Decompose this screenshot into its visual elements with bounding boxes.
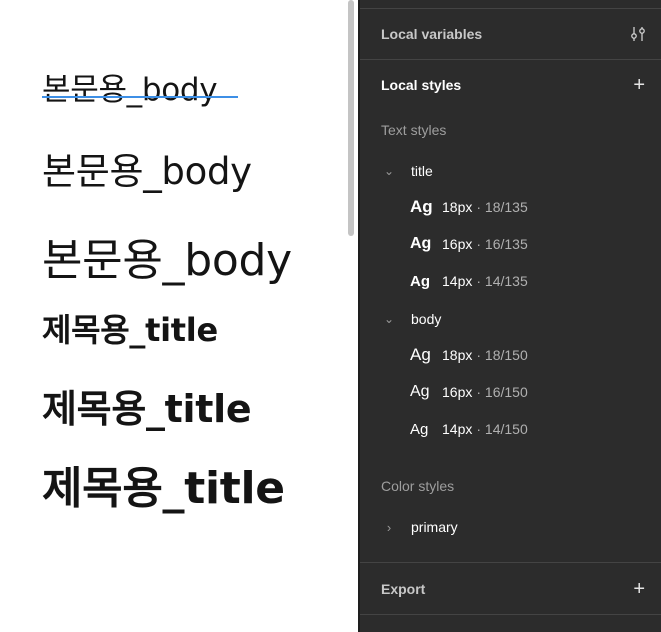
style-group-name: title (411, 163, 433, 179)
export-label: Export (381, 581, 426, 597)
text-style-preview: Ag (410, 272, 430, 290)
chevron-down-icon[interactable]: ⌄ (381, 312, 397, 326)
design-canvas[interactable]: 본문용_body 본문용_body 본문용_body 제목용_title 제목용… (0, 0, 358, 632)
text-style-preview: Ag (410, 383, 430, 400)
text-style-preview: Ag (410, 197, 433, 216)
text-sample-body-16[interactable]: 본문용_body (42, 141, 252, 195)
text-style-item[interactable]: Ag 18px · 18/135 (410, 194, 528, 220)
text-styles-heading: Text styles (381, 122, 447, 138)
text-style-preview: Ag (410, 235, 432, 252)
text-sample-body-18[interactable]: 본문용_body (42, 64, 218, 109)
text-style-item[interactable]: Ag 14px · 14/150 (410, 416, 528, 442)
text-style-preview: Ag (410, 420, 429, 438)
text-style-meta: · 14/150 (476, 421, 528, 437)
text-style-name: 16px (442, 236, 473, 252)
text-style-item[interactable]: Ag 16px · 16/135 (410, 231, 528, 257)
text-style-meta: · 16/135 (476, 236, 528, 252)
text-style-name: 18px (442, 347, 473, 363)
style-group-name: body (411, 311, 442, 327)
text-style-meta: · 18/150 (476, 347, 528, 363)
text-sample-title-18[interactable]: 제목용_title (42, 305, 218, 351)
panel-divider (360, 59, 661, 60)
text-style-item[interactable]: Ag 16px · 16/150 (410, 379, 528, 405)
canvas-scrollbar-thumb[interactable] (348, 0, 354, 236)
text-sample-title-14[interactable]: 제목용_title (42, 452, 285, 516)
properties-panel: Local variables Local styles + Text styl… (358, 0, 661, 632)
selection-underline (42, 96, 238, 98)
panel-divider (360, 8, 661, 9)
color-styles-heading: Color styles (381, 478, 455, 494)
text-sample-title-16[interactable]: 제목용_title (42, 378, 252, 433)
local-variables-row[interactable]: Local variables (360, 17, 661, 51)
text-style-name: 16px (442, 384, 473, 400)
text-style-meta: · 14/135 (476, 273, 528, 289)
color-group-primary[interactable]: › primary (381, 515, 458, 539)
text-style-name: 14px (442, 273, 473, 289)
text-style-item[interactable]: Ag 14px · 14/135 (410, 268, 528, 294)
local-styles-row: Local styles + (360, 68, 661, 102)
text-style-name: 18px (442, 199, 473, 215)
text-style-item[interactable]: Ag 18px · 18/150 (410, 342, 528, 368)
add-style-plus-icon[interactable]: + (633, 75, 645, 95)
style-group-body[interactable]: ⌄ body (381, 307, 441, 331)
text-style-name: 14px (442, 421, 473, 437)
text-style-meta: · 16/150 (476, 384, 528, 400)
chevron-down-icon[interactable]: ⌄ (381, 164, 397, 178)
export-row: Export + (360, 572, 661, 606)
panel-divider (360, 614, 661, 615)
text-style-meta: · 18/135 (476, 199, 528, 215)
local-variables-label: Local variables (381, 26, 483, 42)
text-style-preview: Ag (410, 345, 431, 364)
local-styles-label: Local styles (381, 77, 462, 93)
add-export-plus-icon[interactable]: + (633, 579, 645, 599)
adjust-icon[interactable] (629, 25, 647, 43)
panel-divider (360, 562, 661, 563)
style-group-title[interactable]: ⌄ title (381, 159, 433, 183)
text-sample-body-14[interactable]: 본문용_body (42, 224, 292, 288)
color-group-name: primary (411, 519, 458, 535)
chevron-right-icon[interactable]: › (381, 520, 397, 535)
